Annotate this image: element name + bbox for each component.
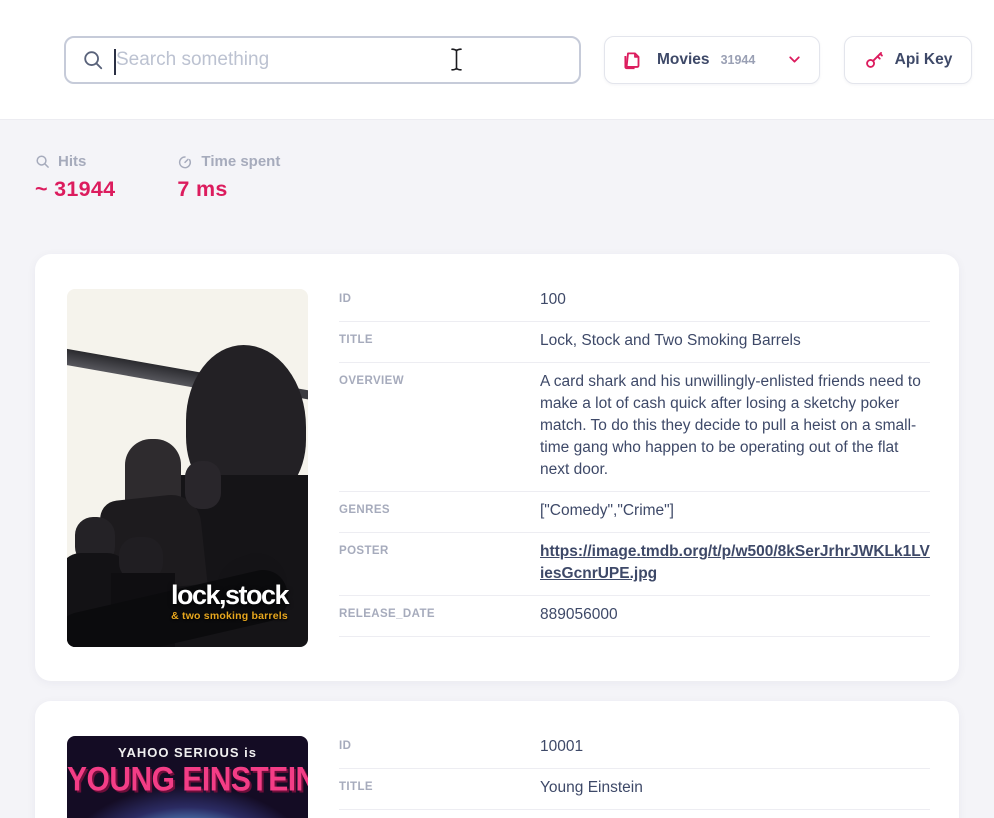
ibeam-cursor — [449, 47, 464, 72]
hits-value: ~ 31944 — [35, 177, 115, 202]
documents-icon — [621, 49, 642, 70]
index-name: Movies — [657, 51, 710, 69]
search-box[interactable] — [64, 36, 581, 84]
result-card-lock-stock: lock,stock & two smoking barrels ID 100 … — [35, 254, 959, 681]
hits-magnifier-icon — [35, 154, 50, 169]
document-fields: ID 10001 TITLE Young Einstein OVERVIEW A… — [339, 736, 930, 818]
field-row-genres: GENRES ["Comedy","Crime"] — [339, 492, 930, 533]
search-stats: Hits ~ 31944 Time spent 7 ms — [35, 120, 959, 202]
movie-poster-young-einstein: YAHOO SERIOUS is YOUNG EINSTEIN — [67, 736, 308, 818]
index-selector-dropdown[interactable]: Movies 31944 — [604, 36, 820, 84]
index-doc-count: 31944 — [721, 53, 756, 67]
field-row-release-date: RELEASE_DATE 889056000 — [339, 596, 930, 637]
results-area: Hits ~ 31944 Time spent 7 ms loc — [0, 120, 994, 818]
api-key-button[interactable]: Api Key — [844, 36, 972, 84]
field-label: TITLE — [339, 777, 540, 799]
field-label: ID — [339, 736, 540, 758]
poster-top-text: YAHOO SERIOUS is — [67, 745, 308, 760]
field-row-id: ID 10001 — [339, 736, 930, 769]
hits-label: Hits — [58, 153, 86, 170]
poster-title-text: lock,stock — [155, 581, 304, 609]
time-spent-stat: Time spent 7 ms — [177, 153, 280, 202]
poster-title-text: YOUNG EINSTEIN — [67, 760, 308, 799]
field-value: Young Einstein — [540, 777, 930, 799]
api-key-label: Api Key — [895, 51, 953, 69]
field-value: Lock, Stock and Two Smoking Barrels — [540, 330, 930, 352]
field-row-id: ID 100 — [339, 289, 930, 322]
field-label: RELEASE_DATE — [339, 604, 540, 626]
search-input[interactable] — [116, 49, 563, 71]
field-row-overview: OVERVIEW Albert Einstein is the son of a… — [339, 810, 930, 818]
field-row-overview: OVERVIEW A card shark and his unwillingl… — [339, 363, 930, 492]
time-spent-label: Time spent — [201, 153, 280, 170]
time-spent-value: 7 ms — [177, 177, 280, 202]
field-value: 100 — [540, 289, 930, 311]
field-row-title: TITLE Lock, Stock and Two Smoking Barrel… — [339, 322, 930, 363]
field-label: POSTER — [339, 541, 540, 585]
field-row-title: TITLE Young Einstein — [339, 769, 930, 810]
hits-stat: Hits ~ 31944 — [35, 153, 115, 202]
search-icon — [82, 49, 104, 71]
field-label: GENRES — [339, 500, 540, 522]
field-label: ID — [339, 289, 540, 311]
field-value: A card shark and his unwillingly-enliste… — [540, 371, 930, 481]
movie-poster-lock-stock: lock,stock & two smoking barrels — [67, 289, 308, 647]
field-label: TITLE — [339, 330, 540, 352]
field-row-poster: POSTER https://image.tmdb.org/t/p/w500/8… — [339, 533, 930, 596]
field-label: OVERVIEW — [339, 371, 540, 481]
document-fields: ID 100 TITLE Lock, Stock and Two Smoking… — [339, 289, 930, 647]
field-value: 889056000 — [540, 604, 930, 626]
top-bar: Movies 31944 Api Key — [0, 0, 994, 120]
field-value: ["Comedy","Crime"] — [540, 500, 930, 522]
text-caret — [114, 49, 116, 75]
poster-subtitle-text: & two smoking barrels — [155, 610, 304, 622]
stopwatch-icon — [177, 154, 193, 170]
chevron-down-icon — [786, 51, 803, 68]
poster-url-link[interactable]: https://image.tmdb.org/t/p/w500/8kSerJrh… — [540, 543, 930, 582]
key-icon — [864, 49, 885, 70]
result-card-young-einstein: YAHOO SERIOUS is YOUNG EINSTEIN ID 10001… — [35, 701, 959, 818]
field-value: 10001 — [540, 736, 930, 758]
